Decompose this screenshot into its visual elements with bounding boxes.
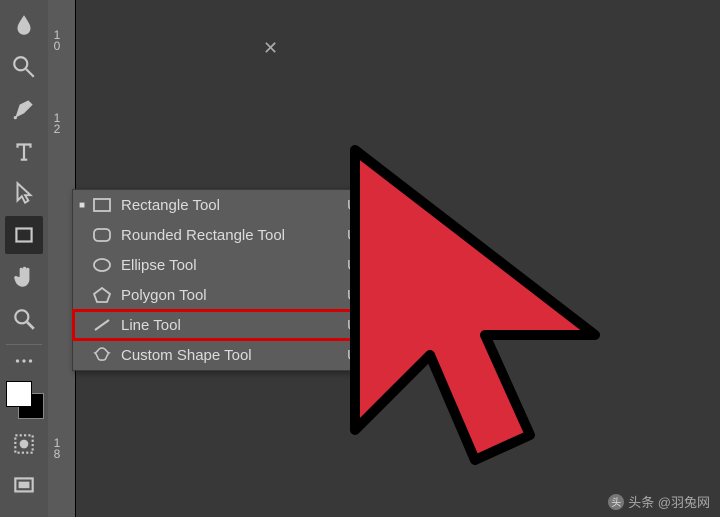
flyout-item-ellipse[interactable]: Ellipse Tool U xyxy=(73,250,371,280)
tool-palette xyxy=(0,0,48,517)
foreground-color-swatch[interactable] xyxy=(6,381,32,407)
ellipse-icon xyxy=(87,257,117,273)
flyout-item-line[interactable]: Line Tool U xyxy=(73,310,371,340)
quick-mask-tool[interactable] xyxy=(5,425,43,463)
toolbar-divider xyxy=(6,344,42,345)
flyout-label: Polygon Tool xyxy=(117,287,347,304)
ruler-tick: 10 xyxy=(52,30,62,52)
path-selection-tool[interactable] xyxy=(5,174,43,212)
flyout-shortcut: U xyxy=(347,257,363,274)
polygon-icon xyxy=(87,286,117,304)
dodge-tool[interactable] xyxy=(5,48,43,86)
close-icon[interactable]: ✕ xyxy=(263,38,278,59)
flyout-item-rounded-rectangle[interactable]: Rounded Rectangle Tool U xyxy=(73,220,371,250)
flyout-shortcut: U xyxy=(347,317,363,334)
line-icon xyxy=(87,317,117,333)
flyout-shortcut: U xyxy=(347,197,363,214)
shape-tool-flyout: ■ Rectangle Tool U Rounded Rectangle Too… xyxy=(72,189,372,371)
color-swatches[interactable] xyxy=(4,379,44,419)
shape-tool[interactable] xyxy=(5,216,43,254)
watermark-logo-icon: 头 xyxy=(608,494,624,510)
ruler-tick: 12 xyxy=(52,113,62,135)
flyout-shortcut: U xyxy=(347,227,363,244)
zoom-tool[interactable] xyxy=(5,300,43,338)
screen-mode-tool[interactable] xyxy=(5,467,43,505)
flyout-item-polygon[interactable]: Polygon Tool U xyxy=(73,280,371,310)
flyout-item-custom-shape[interactable]: Custom Shape Tool U xyxy=(73,340,371,370)
watermark: 头 头条 @羽兔网 xyxy=(608,492,710,511)
flyout-item-rectangle[interactable]: ■ Rectangle Tool U xyxy=(73,190,371,220)
flyout-label: Rounded Rectangle Tool xyxy=(117,227,347,244)
type-tool[interactable] xyxy=(5,132,43,170)
flyout-label: Custom Shape Tool xyxy=(117,347,347,364)
rectangle-icon xyxy=(87,197,117,213)
flyout-shortcut: U xyxy=(347,287,363,304)
ruler-tick: 18 xyxy=(52,438,62,460)
hand-tool[interactable] xyxy=(5,258,43,296)
flyout-label: Ellipse Tool xyxy=(117,257,347,274)
flyout-label: Line Tool xyxy=(117,317,347,334)
pen-tool[interactable] xyxy=(5,90,43,128)
flyout-label: Rectangle Tool xyxy=(117,197,347,214)
custom-shape-icon xyxy=(87,346,117,364)
edit-toolbar-button[interactable] xyxy=(5,351,43,371)
selected-dot-icon: ■ xyxy=(77,200,87,211)
rounded-rectangle-icon xyxy=(87,227,117,243)
flyout-shortcut: U xyxy=(347,347,363,364)
blur-tool[interactable] xyxy=(5,6,43,44)
watermark-text: 头条 @羽兔网 xyxy=(628,492,710,511)
